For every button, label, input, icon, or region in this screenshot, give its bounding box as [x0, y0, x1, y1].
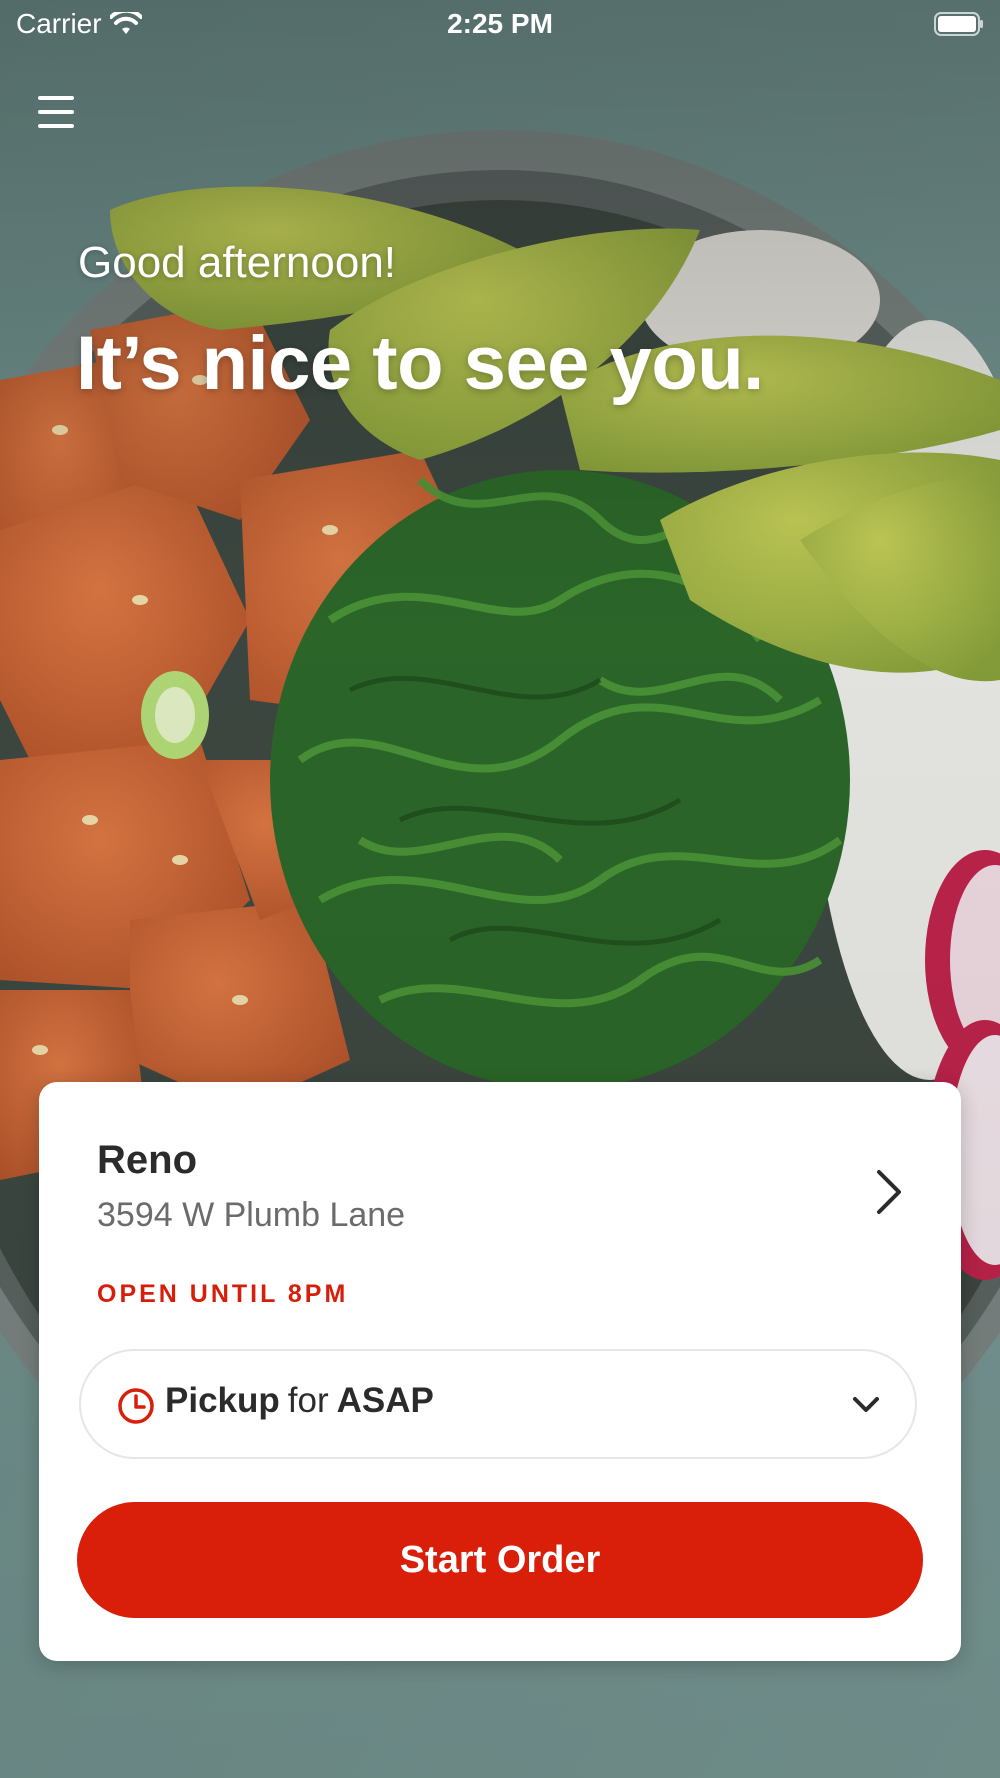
home-screen: Carrier 2:25 PM Good afternoon! It’s nic… — [0, 0, 1000, 1778]
battery-icon — [934, 12, 983, 36]
order-mode-label: Pickup — [165, 1381, 280, 1420]
clock-icon — [118, 1388, 154, 1424]
order-mode-connector: for — [287, 1381, 329, 1420]
start-order-button[interactable]: Start Order — [77, 1502, 923, 1618]
status-time: 2:25 PM — [447, 8, 553, 39]
greeting-title: It’s nice to see you. — [76, 321, 764, 406]
chevron-down-icon — [853, 1397, 879, 1412]
pickup-time-dropdown[interactable]: Pickup for ASAP — [79, 1349, 917, 1459]
greeting-subtitle: Good afternoon! — [78, 238, 397, 287]
location-name: Reno — [97, 1138, 197, 1182]
location-address: 3594 W Plumb Lane — [97, 1196, 406, 1234]
pickup-summary: Pickup for ASAP — [165, 1381, 434, 1421]
hamburger-menu-icon[interactable] — [36, 92, 80, 132]
store-hours: OPEN UNTIL 8PM — [97, 1280, 349, 1308]
menu-line — [38, 110, 74, 114]
store-card: Reno 3594 W Plumb Lane OPEN UNTIL 8PM Pi… — [39, 1082, 961, 1661]
status-bar: Carrier 2:25 PM — [0, 0, 1000, 50]
order-time-label: ASAP — [336, 1381, 434, 1420]
menu-line — [38, 96, 74, 100]
menu-line — [38, 124, 74, 128]
chevron-right-icon[interactable] — [869, 1164, 909, 1220]
location-selector[interactable]: Reno 3594 W Plumb Lane — [39, 1082, 961, 1282]
